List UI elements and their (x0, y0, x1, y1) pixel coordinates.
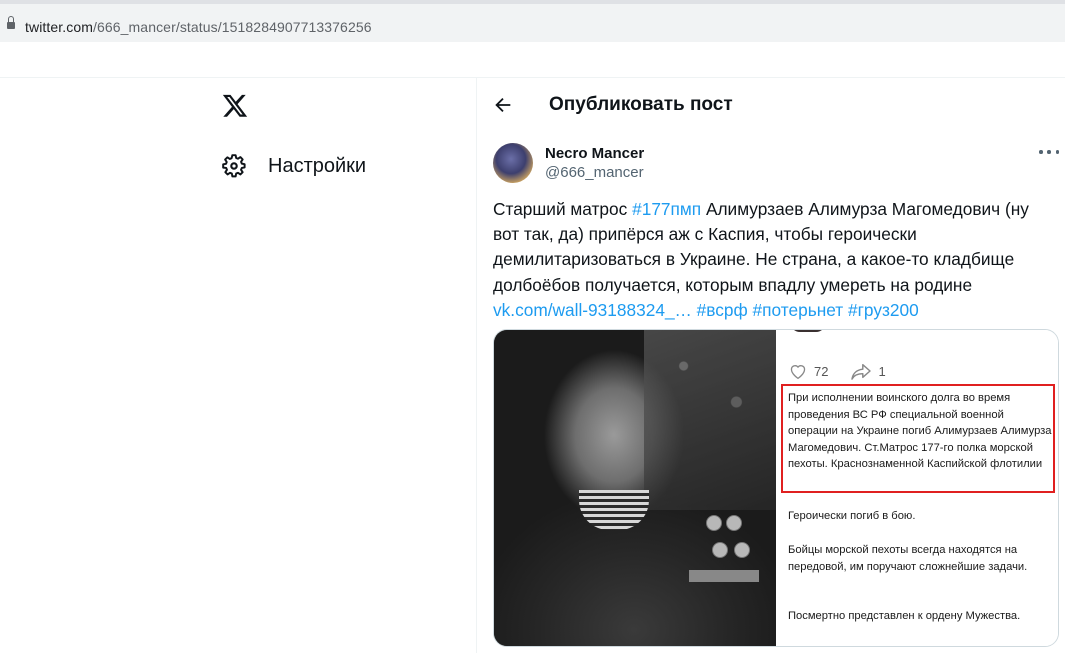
sidebar-item-settings[interactable]: Настройки (221, 150, 366, 182)
likes-count: 72 (814, 363, 829, 379)
vk-post-panel: 72 1 При исполнении воинского долга во в… (776, 330, 1058, 646)
hashtag-link[interactable]: #177пмп (632, 199, 701, 219)
shares-count: 1 (878, 363, 886, 379)
header-divider (0, 77, 1065, 78)
url-text[interactable]: twitter.com/666_mancer/status/1518284907… (25, 19, 372, 35)
address-bar[interactable]: twitter.com/666_mancer/status/1518284907… (0, 4, 1065, 42)
x-logo-icon[interactable] (221, 92, 249, 119)
author-handle[interactable]: @666_mancer (545, 164, 644, 181)
lock-icon[interactable] (7, 16, 15, 30)
page-title: Опубликовать пост (549, 94, 733, 115)
soldier-photo (494, 330, 776, 646)
hashtag-link[interactable]: #всрф (697, 300, 748, 320)
tweet-media[interactable]: 72 1 При исполнении воинского долга во в… (493, 329, 1059, 647)
settings-label: Настройки (268, 154, 367, 177)
avatar[interactable] (493, 143, 533, 183)
tweet-text: Старший матрос #177пмп Алимурзаев Алимур… (493, 197, 1053, 323)
post-paragraph: Бойцы морской пехоты всегда находятся на… (788, 544, 1028, 573)
post-paragraph: При исполнении воинского долга во время … (788, 392, 1052, 470)
hashtag-link[interactable]: #груз200 (848, 300, 919, 320)
reactions-row: 72 1 (788, 362, 886, 380)
heart-icon (790, 365, 806, 380)
hashtag-link[interactable]: #потерьнет (753, 300, 844, 320)
url-path: /666_mancer/status/1518284907713376256 (93, 19, 372, 35)
external-link[interactable]: vk.com/wall-93188324_… (493, 300, 692, 320)
arrow-left-icon[interactable] (492, 94, 514, 116)
column-divider (476, 78, 477, 653)
author-name[interactable]: Necro Mancer (545, 145, 644, 162)
url-host: twitter.com (25, 19, 94, 35)
tweet-text-part: Старший матрос (493, 199, 633, 219)
post-paragraph: Героически погиб в бою. (788, 510, 916, 522)
gear-icon (222, 154, 246, 178)
more-options-icon[interactable] (1039, 144, 1059, 160)
post-paragraph: Посмертно представлен к ордену Мужества. (788, 610, 1021, 622)
share-icon (851, 363, 872, 380)
